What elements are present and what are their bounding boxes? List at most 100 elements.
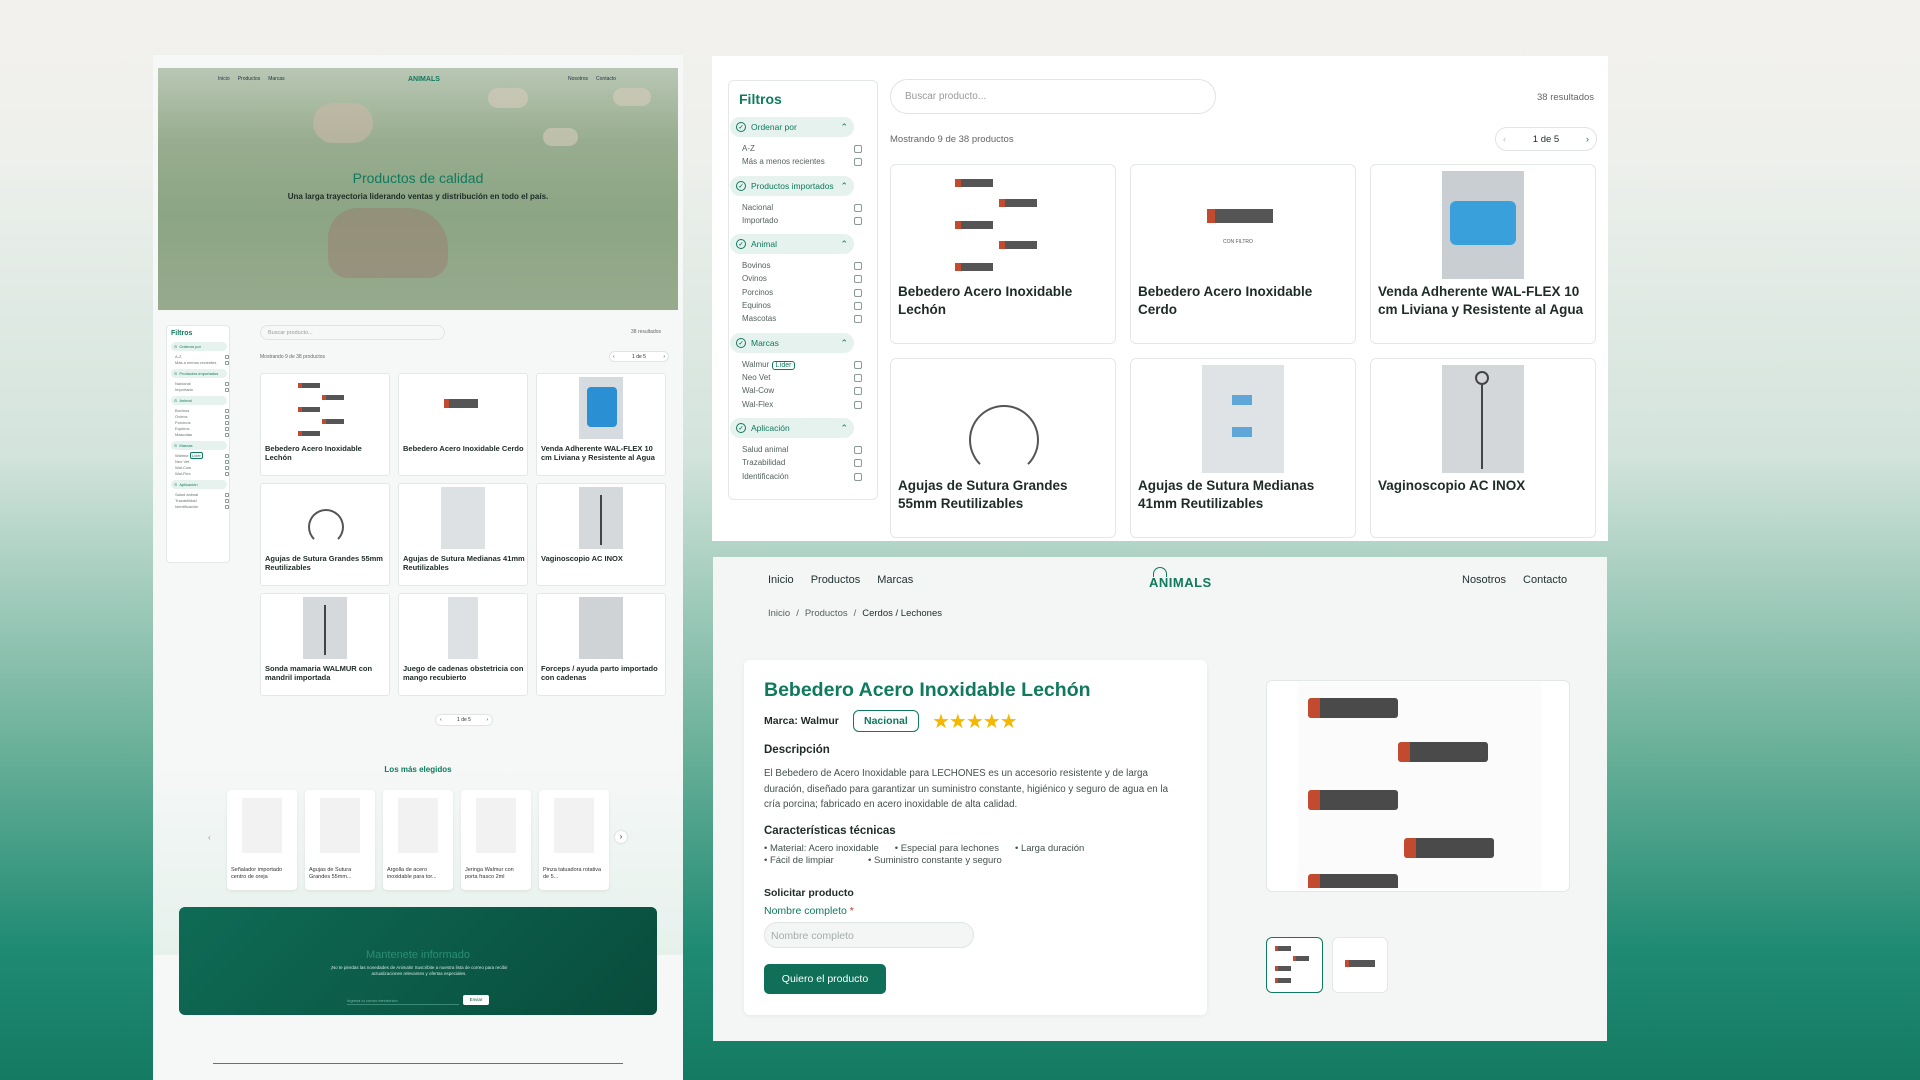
nav-link-nosotros[interactable]: Nosotros [1462, 574, 1506, 586]
name-field[interactable]: Nombre completo [764, 922, 974, 948]
breadcrumb-productos[interactable]: Productos [805, 608, 848, 619]
chevron-up-icon[interactable]: ⌃ [840, 181, 848, 192]
product-title[interactable]: Bebedero Acero Inoxidable Lechón [898, 283, 1110, 319]
top-product-title[interactable]: Señalador importado centro de oreja [231, 867, 293, 881]
product-title[interactable]: Bebedero Acero Inoxidable Cerdo [403, 444, 525, 453]
checkbox[interactable] [225, 414, 229, 419]
nav-link-productos[interactable]: Productos [811, 574, 861, 586]
nav-link-inicio[interactable]: Inicio [768, 574, 794, 586]
checkbox[interactable] [225, 453, 229, 458]
filter-option[interactable]: Más a menos recientes [742, 157, 862, 166]
checkbox[interactable] [225, 492, 229, 497]
filter-option[interactable]: Bovinos [175, 408, 229, 413]
breadcrumb-inicio[interactable]: Inicio [768, 608, 790, 619]
checkbox[interactable] [854, 386, 862, 395]
newsletter-send-button[interactable]: Enviar [463, 995, 489, 1005]
top-product-title[interactable]: Agujas de Sutura Grandes 55mm... [309, 867, 371, 881]
filter-option[interactable]: Importado [742, 216, 862, 225]
filter-option[interactable]: Porcinos [175, 420, 229, 425]
filter-group-importados[interactable]: ⊙ Productos importados [171, 369, 227, 378]
checkbox[interactable] [854, 203, 862, 212]
filter-group-animal[interactable]: ✓ Animal ⌃ [730, 234, 854, 254]
product-title[interactable]: Agujas de Sutura Grandes 55mm Reutilizab… [265, 554, 387, 572]
filter-option[interactable]: Wal-Cow [742, 386, 862, 395]
filter-group-aplicacion[interactable]: ⊙ Aplicación [171, 480, 227, 489]
quiero-el-producto-button[interactable]: Quiero el producto [764, 964, 886, 994]
product-card[interactable]: Bebedero Acero Inoxidable Lechón [260, 373, 390, 476]
product-card[interactable]: Sonda mamaria WALMUR con mandril importa… [260, 593, 390, 696]
product-card[interactable]: Forceps / ayuda parto importado con cade… [536, 593, 666, 696]
filter-option[interactable]: Wal-Flex [742, 400, 862, 409]
nav-link-nosotros[interactable]: Nosotros [568, 76, 588, 82]
search-input[interactable]: Buscar producto... [890, 79, 1216, 114]
chevron-left-icon[interactable]: ‹ [440, 717, 442, 723]
product-card[interactable]: Venda Adherente WAL-FLEX 10 cm Liviana y… [1370, 164, 1596, 344]
checkbox[interactable] [854, 445, 862, 454]
product-title[interactable]: Agujas de Sutura Medianas 41mm Reutiliza… [1138, 477, 1350, 513]
product-card[interactable]: Vaginoscopio AC INOX [1370, 358, 1596, 538]
chevron-right-icon[interactable]: › [663, 354, 665, 360]
checkbox[interactable] [225, 432, 229, 437]
filter-group-animal[interactable]: ⊙ Animal [171, 396, 227, 405]
filter-option[interactable]: Trazabilidad [175, 498, 229, 503]
checkbox[interactable] [225, 360, 229, 365]
chevron-left-icon[interactable]: ‹ [208, 833, 211, 842]
chevron-left-icon[interactable]: ‹ [613, 354, 615, 360]
filter-group-importados[interactable]: ✓ Productos importados ⌃ [730, 176, 854, 196]
chevron-right-icon[interactable]: › [486, 717, 488, 723]
filter-group-ordenar[interactable]: ✓ Ordenar por ⌃ [730, 117, 854, 137]
chevron-up-icon[interactable]: ⌃ [840, 338, 848, 349]
top-product-card[interactable]: Argolla de acero inoxidable para tor... [383, 790, 453, 890]
product-title[interactable]: Venda Adherente WAL-FLEX 10 cm Liviana y… [541, 444, 663, 462]
filter-option[interactable]: Nacional [742, 203, 862, 212]
product-title[interactable]: Bebedero Acero Inoxidable Cerdo [1138, 283, 1350, 319]
filter-option[interactable]: Trazabilidad [742, 458, 862, 467]
top-product-title[interactable]: Jeringa Walmur con porta frasco 2ml [465, 867, 527, 881]
product-title[interactable]: Juego de cadenas obstetricia con mango r… [403, 664, 525, 682]
product-card[interactable]: Vaginoscopio AC INOX [536, 483, 666, 586]
checkbox[interactable] [854, 274, 862, 283]
checkbox[interactable] [854, 373, 862, 382]
checkbox[interactable] [225, 381, 229, 386]
product-title[interactable]: Agujas de Sutura Medianas 41mm Reutiliza… [403, 554, 525, 572]
filter-option[interactable]: Walmur Líder [742, 360, 862, 370]
filter-option[interactable]: Salud animal [742, 445, 862, 454]
chevron-right-icon[interactable]: › [615, 831, 627, 843]
checkbox[interactable] [854, 301, 862, 310]
product-title[interactable]: Forceps / ayuda parto importado con cade… [541, 664, 663, 682]
product-card[interactable]: Agujas de Sutura Grandes 55mm Reutilizab… [890, 358, 1116, 538]
product-card[interactable]: CON FILTRO Bebedero Acero Inoxidable Cer… [1130, 164, 1356, 344]
product-title[interactable]: Vaginoscopio AC INOX [541, 554, 663, 563]
nav-link-contacto[interactable]: Contacto [1523, 574, 1567, 586]
filter-option[interactable]: Mascotas [175, 432, 229, 437]
filter-option[interactable]: Identificación [175, 504, 229, 509]
nav-link-inicio[interactable]: Inicio [218, 76, 230, 82]
product-title[interactable]: Vaginoscopio AC INOX [1378, 477, 1590, 495]
nav-link-contacto[interactable]: Contacto [596, 76, 616, 82]
checkbox[interactable] [225, 408, 229, 413]
product-title[interactable]: Sonda mamaria WALMUR con mandril importa… [265, 664, 387, 682]
chevron-right-icon[interactable]: › [1586, 134, 1589, 145]
filter-option[interactable]: Identificación [742, 472, 862, 481]
product-card[interactable]: Bebedero Acero Inoxidable Cerdo [398, 373, 528, 476]
filter-option[interactable]: Bovinos [742, 261, 862, 270]
checkbox[interactable] [854, 216, 862, 225]
filter-option[interactable]: Walmur Líder [175, 452, 229, 459]
checkbox[interactable] [225, 426, 229, 431]
newsletter-email-input[interactable]: Ingresá tu correo electrónico [347, 995, 459, 1005]
product-card[interactable]: Bebedero Acero Inoxidable Lechón [890, 164, 1116, 344]
checkbox[interactable] [225, 354, 229, 359]
product-card[interactable]: Juego de cadenas obstetricia con mango r… [398, 593, 528, 696]
checkbox[interactable] [225, 387, 229, 392]
chevron-up-icon[interactable]: ⌃ [840, 423, 848, 434]
filter-option[interactable]: Ovinos [742, 274, 862, 283]
nav-link-marcas[interactable]: Marcas [877, 574, 913, 586]
chevron-left-icon[interactable]: ‹ [1503, 134, 1506, 145]
nav-link-marcas[interactable]: Marcas [268, 76, 284, 82]
product-card[interactable]: Agujas de Sutura Grandes 55mm Reutilizab… [260, 483, 390, 586]
filter-option[interactable]: Equinos [742, 301, 862, 310]
filter-option[interactable]: Importado [175, 387, 229, 392]
product-card[interactable]: Agujas de Sutura Medianas 41mm Reutiliza… [1130, 358, 1356, 538]
top-product-card[interactable]: Señalador importado centro de oreja [227, 790, 297, 890]
filter-option[interactable]: Ovinos [175, 414, 229, 419]
